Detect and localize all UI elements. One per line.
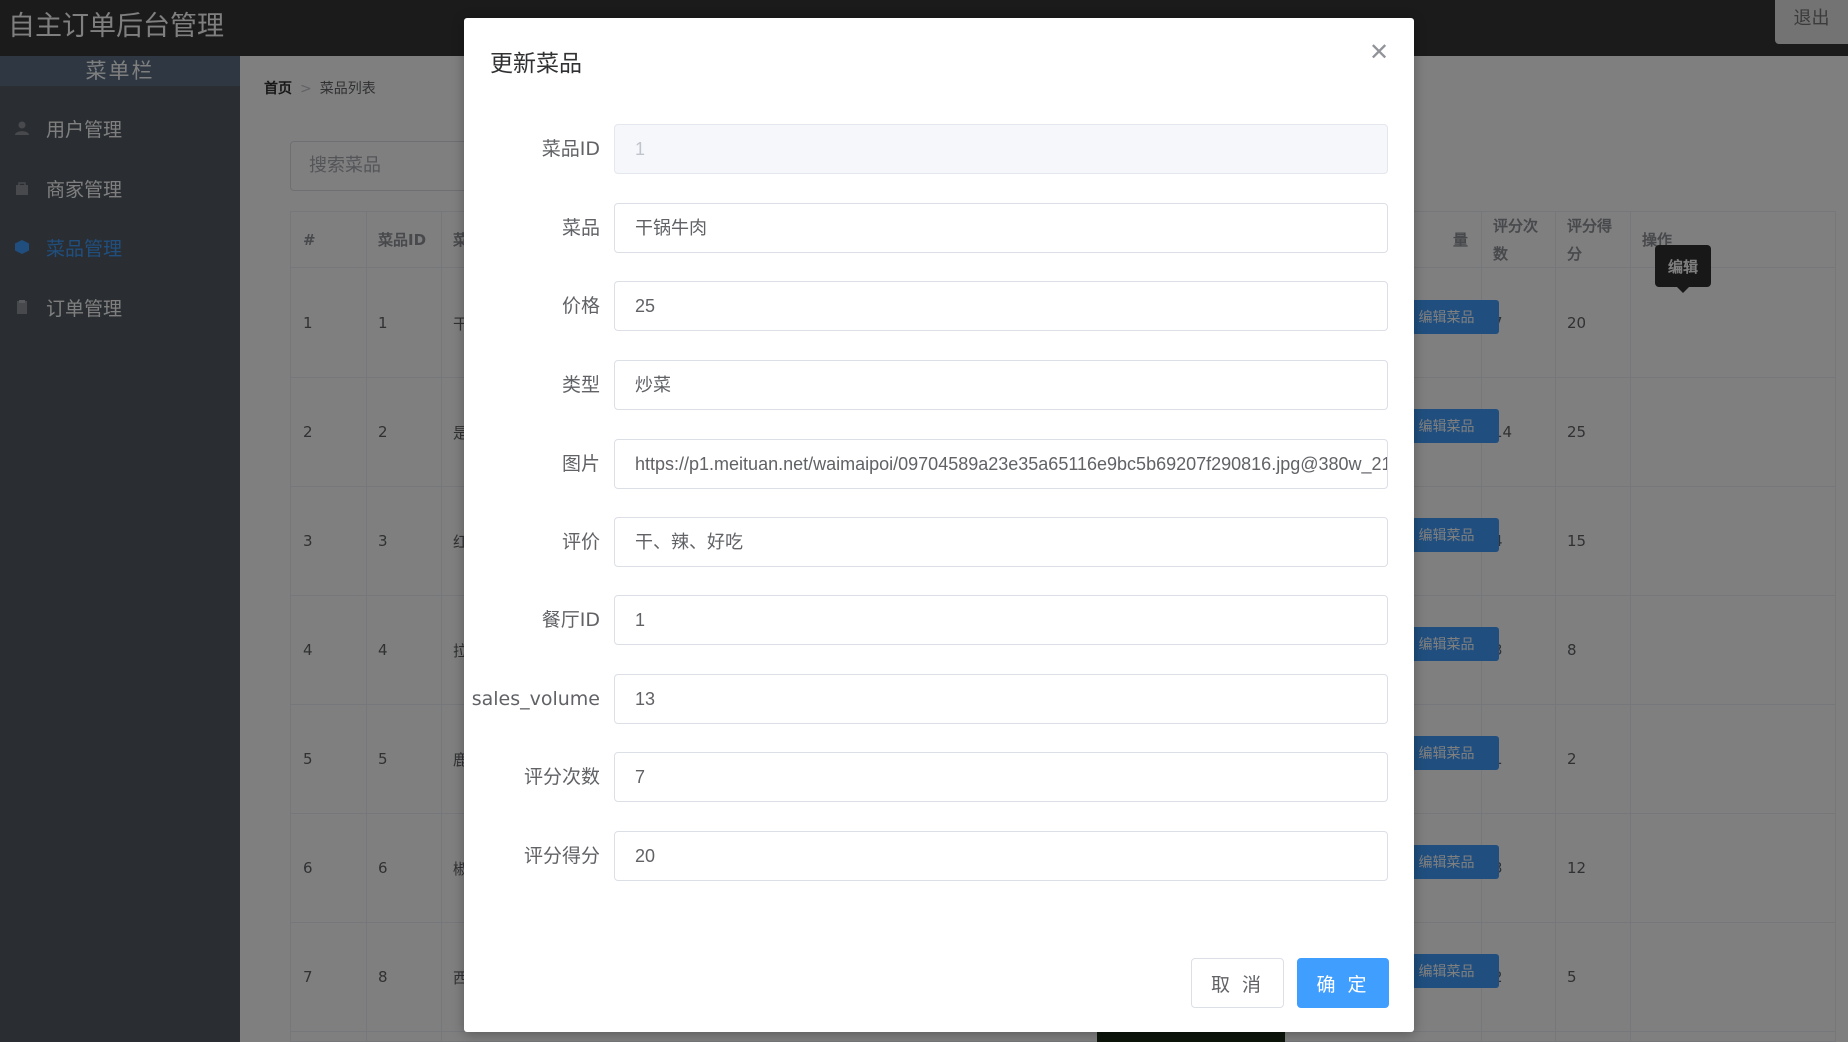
image-url-field[interactable]: https://p1.meituan.net/waimaipoi/0970458… bbox=[614, 439, 1388, 489]
rating-count-field[interactable]: 7 bbox=[614, 752, 1388, 802]
field-label: 菜品ID bbox=[541, 138, 600, 160]
restaurant-id-field[interactable]: 1 bbox=[614, 595, 1388, 645]
form-row-review: 评价 干、辣、好吃 bbox=[464, 517, 1414, 567]
review-field[interactable]: 干、辣、好吃 bbox=[614, 517, 1388, 567]
field-label: sales_volume bbox=[471, 688, 600, 710]
field-label: 菜品 bbox=[561, 217, 600, 239]
field-label: 餐厅ID bbox=[541, 609, 600, 631]
field-label: 价格 bbox=[561, 295, 600, 317]
type-field[interactable]: 炒菜 bbox=[614, 360, 1388, 410]
field-label: 类型 bbox=[561, 374, 600, 396]
dish-name-field[interactable]: 干锅牛肉 bbox=[614, 203, 1388, 253]
field-label: 评分得分 bbox=[523, 845, 600, 867]
sales-volume-field[interactable]: 13 bbox=[614, 674, 1388, 724]
form-row-dish-name: 菜品 干锅牛肉 bbox=[464, 203, 1414, 253]
form-row-rating-count: 评分次数 7 bbox=[464, 752, 1414, 802]
dialog-title: 更新菜品 bbox=[490, 51, 582, 77]
cancel-button[interactable]: 取 消 bbox=[1191, 958, 1284, 1008]
form-row-image: 图片 https://p1.meituan.net/waimaipoi/0970… bbox=[464, 439, 1414, 489]
field-label: 评分次数 bbox=[523, 766, 600, 788]
form-row-price: 价格 25 bbox=[464, 281, 1414, 331]
update-dish-dialog: 更新菜品 ✕ 菜品ID 1 菜品 干锅牛肉 价格 25 类型 炒菜 图片 htt… bbox=[464, 18, 1414, 1032]
form-row-rating-score: 评分得分 20 bbox=[464, 831, 1414, 881]
field-label: 评价 bbox=[561, 531, 600, 553]
dish-id-field: 1 bbox=[614, 124, 1388, 174]
field-label: 图片 bbox=[561, 453, 600, 475]
form-row-dish-id: 菜品ID 1 bbox=[464, 124, 1414, 174]
form-row-restaurant-id: 餐厅ID 1 bbox=[464, 595, 1414, 645]
confirm-button[interactable]: 确 定 bbox=[1297, 958, 1389, 1008]
form-row-type: 类型 炒菜 bbox=[464, 360, 1414, 410]
form-row-sales-volume: sales_volume 13 bbox=[464, 674, 1414, 724]
close-icon[interactable]: ✕ bbox=[1369, 40, 1389, 64]
price-field[interactable]: 25 bbox=[614, 281, 1388, 331]
rating-score-field[interactable]: 20 bbox=[614, 831, 1388, 881]
